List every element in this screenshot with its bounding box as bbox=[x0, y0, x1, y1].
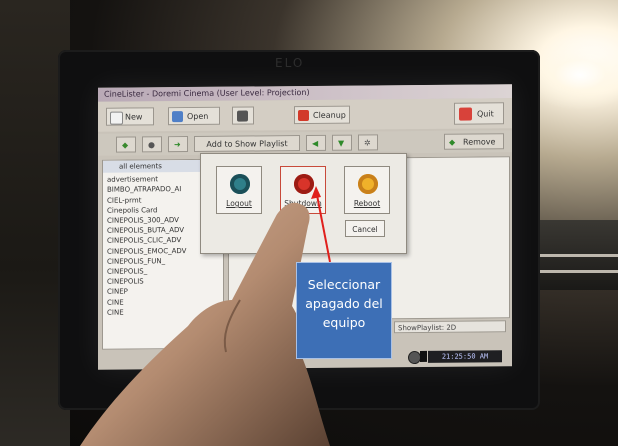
callout-line: Seleccionar bbox=[307, 277, 381, 292]
photo-background: ELO CineLister - Doremi Cinema (User Lev… bbox=[0, 0, 618, 446]
hand-shape bbox=[80, 202, 330, 446]
annotation-arrow bbox=[315, 189, 331, 263]
pointing-hand bbox=[80, 186, 331, 446]
arrow-head bbox=[311, 186, 321, 199]
callout-line: apagado del bbox=[305, 296, 383, 311]
annotation-callout: Seleccionar apagado del equipo bbox=[296, 262, 392, 359]
callout-line: equipo bbox=[322, 315, 366, 330]
